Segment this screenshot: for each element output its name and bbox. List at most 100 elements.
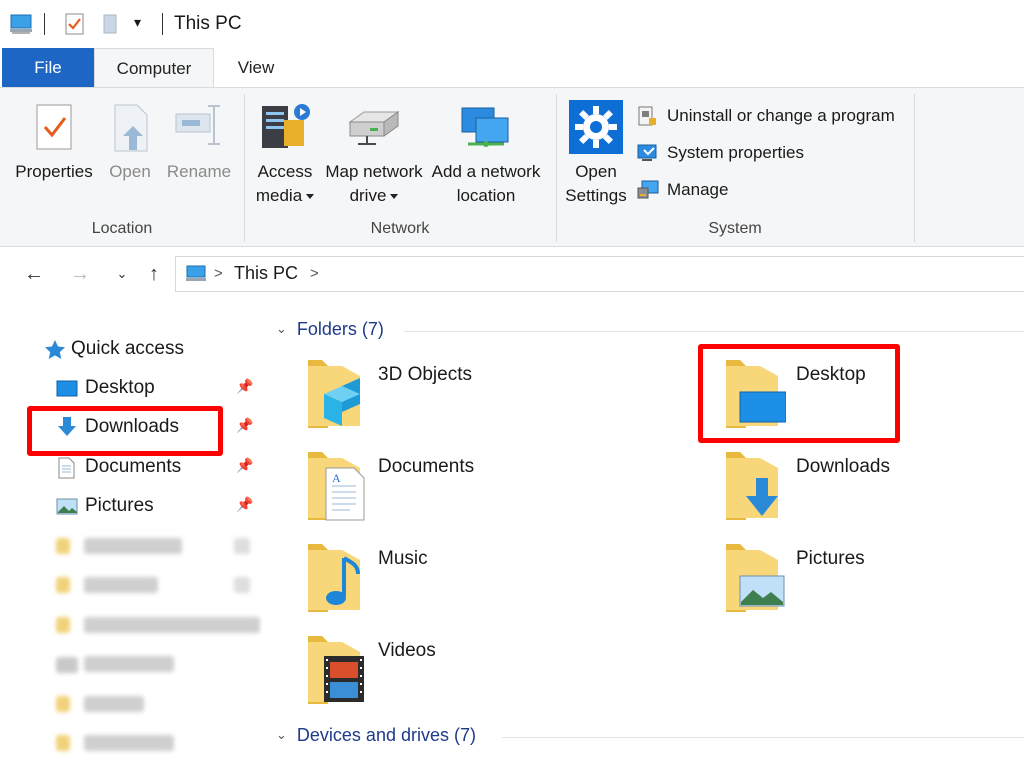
folders-section-label: Folders (7) [296, 319, 384, 339]
customize-toolbar-chevron-icon[interactable]: ▾ [134, 14, 141, 31]
group-separator [914, 94, 915, 242]
map-drive-text: drive [349, 186, 387, 205]
dropdown-caret-icon [306, 194, 315, 200]
properties-button[interactable]: Properties [10, 102, 98, 212]
recent-locations-chevron-icon[interactable]: ⌄ [110, 262, 134, 286]
network-location-icon [458, 104, 514, 157]
folders-section-header[interactable]: ⌄ Folders (7) [276, 319, 384, 340]
network-group-label: Network [370, 220, 430, 237]
map-network-drive-button[interactable]: Map network drive [322, 100, 426, 220]
collapse-chevron-icon[interactable]: ⌄ [276, 321, 287, 337]
uninstall-program-label: Uninstall or change a program [667, 106, 895, 125]
ribbon-tabs: File Computer View [0, 48, 1024, 88]
folder-label: Pictures [796, 548, 865, 569]
pin-icon[interactable]: 📌 [236, 496, 253, 513]
map-drive-label-2: drive [322, 184, 426, 208]
dropdown-caret-icon [390, 194, 399, 200]
open-button[interactable]: Open [102, 102, 158, 212]
properties-icon [34, 102, 74, 159]
network-drive-icon [346, 104, 402, 157]
blurred-item-label[interactable] [84, 696, 144, 712]
blurred-pin-icon [234, 577, 250, 593]
map-drive-label-1: Map network [325, 162, 423, 181]
properties-quick-icon[interactable] [64, 12, 86, 41]
add-location-label-2: location [456, 186, 516, 205]
open-settings-label-1: Open [575, 162, 617, 181]
add-location-label-1: Add a network [431, 162, 541, 181]
this-pc-address-icon [184, 264, 208, 289]
breadcrumb-chevron-icon[interactable]: > [214, 265, 223, 282]
settings-gear-icon [569, 100, 623, 161]
media-server-icon [258, 100, 312, 161]
breadcrumb-chevron-icon[interactable]: > [310, 265, 319, 282]
quick-access-label: Quick access [71, 338, 184, 359]
uninstall-program-icon [636, 105, 658, 135]
folder-tile-documents[interactable]: A Documents [302, 448, 602, 528]
pin-icon[interactable]: 📌 [236, 378, 253, 395]
blurred-item-label[interactable] [84, 538, 182, 554]
tab-view[interactable]: View [222, 48, 290, 87]
blurred-folder-icon [56, 696, 70, 712]
sidebar-item-label: Desktop [85, 377, 155, 398]
back-arrow-icon[interactable]: ← [22, 262, 46, 286]
folder-label: 3D Objects [378, 364, 472, 385]
content-pane: ⌄ Folders (7) 3D Objects Desktop A Docume… [262, 300, 1024, 762]
devices-section-label: Devices and drives (7) [296, 725, 476, 745]
properties-label: Properties [15, 162, 93, 181]
desktop-highlight-box [698, 344, 900, 443]
forward-arrow-icon[interactable]: → [68, 262, 92, 286]
blurred-folder-icon [56, 538, 70, 554]
devices-section-header[interactable]: ⌄ Devices and drives (7) [276, 725, 476, 746]
pin-icon[interactable]: 📌 [236, 417, 253, 434]
blurred-item-label[interactable] [84, 735, 174, 751]
3d-objects-folder-icon [302, 356, 368, 437]
blurred-folder-icon [56, 735, 70, 751]
documents-folder-icon: A [302, 448, 368, 529]
section-divider [502, 737, 1024, 738]
document-icon [56, 457, 76, 489]
system-properties-icon [636, 142, 660, 172]
access-media-text: media [255, 186, 303, 205]
folder-tile-videos[interactable]: Videos [302, 632, 602, 712]
pin-icon[interactable]: 📌 [236, 457, 253, 474]
this-pc-icon[interactable] [8, 12, 36, 41]
sidebar-item-label: Documents [85, 456, 182, 477]
open-settings-button[interactable]: Open Settings [560, 100, 632, 220]
address-bar[interactable]: > This PC > [175, 256, 1024, 292]
desktop-icon [56, 378, 78, 408]
folder-tile-pictures[interactable]: Pictures [720, 540, 1020, 620]
folder-tile-downloads[interactable]: Downloads [720, 448, 1020, 528]
folder-tile-music[interactable]: Music [302, 540, 602, 620]
blurred-item-label[interactable] [84, 656, 174, 672]
access-media-label-1: Access [257, 162, 313, 181]
address-bar-row: ← → ⌄ ↑ > This PC > [0, 248, 1024, 300]
folder-tile-3d-objects[interactable]: 3D Objects [302, 356, 602, 436]
blurred-folder-icon [56, 577, 70, 593]
window-title: This PC [174, 13, 242, 34]
new-folder-quick-icon[interactable] [100, 12, 122, 41]
open-settings-label-2: Settings [565, 186, 627, 205]
rename-button[interactable]: Rename [162, 102, 236, 212]
collapse-chevron-icon[interactable]: ⌄ [276, 727, 287, 743]
access-media-button[interactable]: Access media [252, 100, 318, 220]
manage-label: Manage [667, 180, 729, 199]
ribbon-panel: Properties Open Rename Location Access m… [0, 87, 1024, 247]
breadcrumb-this-pc[interactable]: This PC [234, 263, 298, 284]
section-divider [404, 331, 1024, 332]
folder-label: Music [378, 548, 428, 569]
access-media-label-2: media [252, 184, 318, 208]
title-separator [162, 13, 163, 35]
downloads-highlight-box [27, 406, 223, 456]
title-bar: ▾ This PC [0, 0, 1024, 48]
blurred-item-label[interactable] [84, 577, 158, 593]
pictures-folder-icon [720, 540, 786, 621]
tab-file[interactable]: File [2, 48, 94, 87]
tab-computer[interactable]: Computer [94, 48, 214, 88]
videos-folder-icon [302, 632, 368, 713]
up-arrow-icon[interactable]: ↑ [142, 262, 166, 286]
add-network-location-button[interactable]: Add a network location [428, 100, 544, 220]
blurred-item-label[interactable] [84, 617, 260, 633]
svg-text:A: A [332, 471, 341, 485]
system-group-label: System [708, 220, 762, 237]
music-folder-icon [302, 540, 368, 621]
